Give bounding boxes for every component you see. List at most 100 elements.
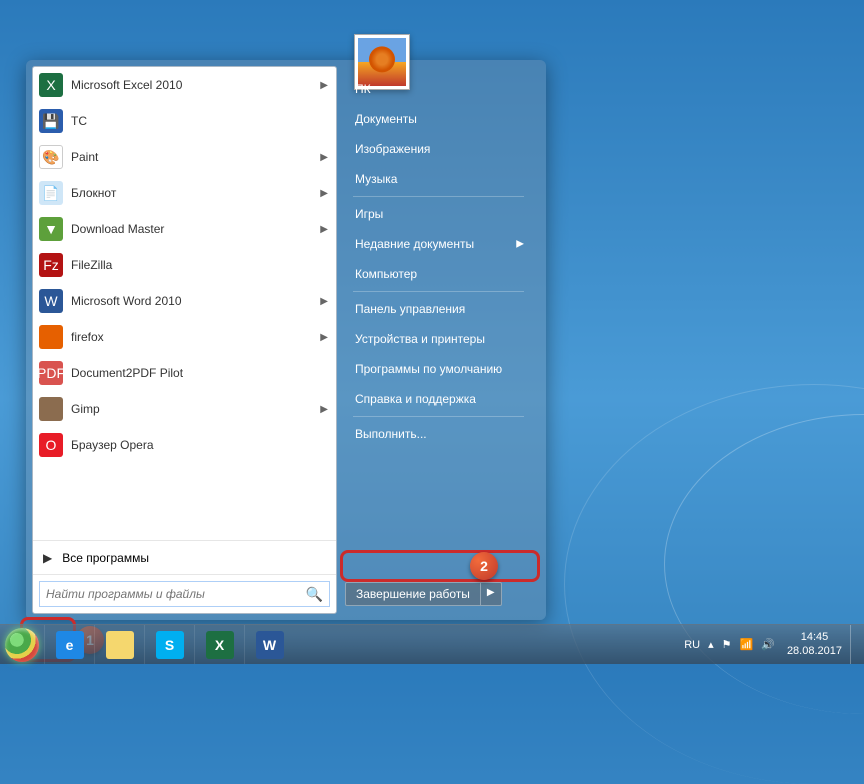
program-label: FileZilla — [71, 258, 112, 272]
program-icon: X — [39, 73, 63, 97]
program-label: Microsoft Excel 2010 — [71, 78, 182, 92]
network-icon[interactable]: 📶 — [736, 638, 758, 651]
taskbar-item-skype[interactable]: S — [144, 625, 194, 664]
start-menu-link[interactable]: Изображения — [345, 134, 532, 164]
program-icon: PDF — [39, 361, 63, 385]
program-item[interactable]: 🎨 Paint ▶ — [33, 139, 336, 175]
volume-icon[interactable]: 🔊 — [757, 638, 779, 651]
shutdown-button[interactable]: Завершение работы — [345, 582, 481, 606]
shutdown-group: Завершение работы ▶ — [345, 582, 532, 606]
program-label: Gimp — [71, 402, 100, 416]
start-menu-link[interactable]: Документы — [345, 104, 532, 134]
program-icon: O — [39, 433, 63, 457]
program-label: Браузер Opera — [71, 438, 154, 452]
search-box[interactable]: 🔍 — [39, 581, 330, 607]
start-menu-link[interactable]: Панель управления — [345, 294, 532, 324]
clock-time: 14:45 — [787, 631, 842, 644]
skype-icon: S — [156, 631, 184, 659]
search-input[interactable] — [46, 587, 306, 601]
link-label: Изображения — [355, 142, 430, 156]
program-label: Microsoft Word 2010 — [71, 294, 182, 308]
system-tray: RU ▴ ⚑ 📶 🔊 14:45 28.08.2017 — [680, 625, 864, 664]
program-icon: W — [39, 289, 63, 313]
desktop-decoration — [564, 384, 864, 784]
excel-icon: X — [206, 631, 234, 659]
start-menu-link[interactable]: Устройства и принтеры — [345, 324, 532, 354]
program-label: Document2PDF Pilot — [71, 366, 183, 380]
link-label: Недавние документы — [355, 237, 474, 251]
taskbar-pinned-items: e SXW — [44, 625, 294, 664]
clock[interactable]: 14:45 28.08.2017 — [779, 631, 850, 657]
separator — [353, 416, 524, 417]
program-item[interactable]: Fz FileZilla — [33, 247, 336, 283]
submenu-arrow-icon: ▶ — [320, 224, 328, 235]
program-item[interactable]: ▼Download Master▶ — [33, 211, 336, 247]
link-label: Устройства и принтеры — [355, 332, 485, 346]
program-label: Блокнот — [71, 186, 116, 200]
word-icon: W — [256, 631, 284, 659]
start-menu-link[interactable]: Выполнить... — [345, 419, 532, 449]
action-center-icon[interactable]: ⚑ — [718, 638, 736, 651]
start-menu-right-panel: ПКДокументыИзображенияМузыкаИгрыНедавние… — [337, 66, 540, 614]
submenu-arrow-icon: ▶ — [320, 404, 328, 415]
start-menu-link[interactable]: Программы по умолчанию — [345, 354, 532, 384]
program-item[interactable]: X Microsoft Excel 2010 ▶ — [33, 67, 336, 103]
tray-chevron-icon[interactable]: ▴ — [704, 638, 718, 651]
link-label: Панель управления — [355, 302, 465, 316]
separator — [353, 291, 524, 292]
link-label: Справка и поддержка — [355, 392, 476, 406]
show-desktop-button[interactable] — [850, 625, 860, 664]
program-item[interactable]: 💾 TC — [33, 103, 336, 139]
taskbar-item-internet-explorer[interactable]: e — [44, 625, 94, 664]
taskbar-item-file-explorer[interactable] — [94, 625, 144, 664]
submenu-arrow-icon: ▶ — [320, 188, 328, 199]
program-icon: Fz — [39, 253, 63, 277]
program-item[interactable]: W Microsoft Word 2010 ▶ — [33, 283, 336, 319]
program-item[interactable]: 📄 Блокнот ▶ — [33, 175, 336, 211]
start-menu-link[interactable]: ПК — [345, 74, 532, 104]
submenu-arrow-icon: ▶ — [320, 152, 328, 163]
taskbar-item-word[interactable]: W — [244, 625, 294, 664]
program-item[interactable]: O Браузер Opera — [33, 427, 336, 463]
search-container: 🔍 — [33, 574, 336, 613]
program-item[interactable]: firefox▶ — [33, 319, 336, 355]
program-item[interactable]: Gimp ▶ — [33, 391, 336, 427]
program-icon: 💾 — [39, 109, 63, 133]
triangle-icon: ▶ — [43, 551, 52, 565]
taskbar-item-excel[interactable]: X — [194, 625, 244, 664]
program-icon — [39, 325, 63, 349]
program-icon: 📄 — [39, 181, 63, 205]
shutdown-options-arrow[interactable]: ▶ — [481, 582, 502, 606]
program-icon: ▼ — [39, 217, 63, 241]
link-label: Компьютер — [355, 267, 417, 281]
start-menu-link[interactable]: Справка и поддержка — [345, 384, 532, 414]
all-programs-label: Все программы — [62, 551, 149, 565]
program-icon: 🎨 — [39, 145, 63, 169]
link-label: Выполнить... — [355, 427, 427, 441]
program-label: Paint — [71, 150, 98, 164]
start-menu: X Microsoft Excel 2010 ▶ 💾 TC 🎨 Paint ▶ 📄 Блокнот… — [26, 60, 546, 620]
start-menu-link[interactable]: Недавние документы▶ — [345, 229, 532, 259]
internet-explorer-icon: e — [56, 631, 84, 659]
link-label: ПК — [355, 82, 371, 96]
language-indicator[interactable]: RU — [680, 639, 704, 651]
start-button[interactable] — [0, 625, 44, 665]
clock-date: 28.08.2017 — [787, 645, 842, 658]
recent-programs-list: X Microsoft Excel 2010 ▶ 💾 TC 🎨 Paint ▶ 📄 Блокнот… — [33, 67, 336, 540]
start-menu-left-panel: X Microsoft Excel 2010 ▶ 💾 TC 🎨 Paint ▶ 📄 Блокнот… — [32, 66, 337, 614]
start-menu-link[interactable]: Компьютер — [345, 259, 532, 289]
taskbar: e SXW RU ▴ ⚑ 📶 🔊 14:45 28.08.2017 — [0, 624, 864, 664]
file-explorer-icon — [106, 631, 134, 659]
separator — [353, 196, 524, 197]
search-icon: 🔍 — [306, 586, 323, 603]
all-programs-button[interactable]: ▶ Все программы — [33, 540, 336, 574]
start-menu-link[interactable]: Игры — [345, 199, 532, 229]
link-label: Документы — [355, 112, 417, 126]
submenu-arrow-icon: ▶ — [320, 296, 328, 307]
program-item[interactable]: PDF Document2PDF Pilot — [33, 355, 336, 391]
program-label: TC — [71, 114, 87, 128]
start-menu-link[interactable]: Музыка — [345, 164, 532, 194]
windows-orb-icon — [5, 628, 39, 662]
submenu-arrow-icon: ▶ — [320, 80, 328, 91]
link-label: Музыка — [355, 172, 397, 186]
